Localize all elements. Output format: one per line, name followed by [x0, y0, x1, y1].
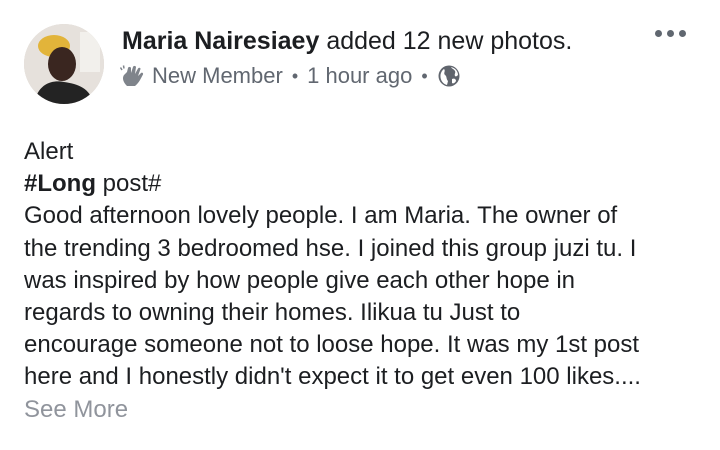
- post-body: Alert #Long post# Good afternoon lovely …: [24, 136, 704, 426]
- post-action: added 12 new photos.: [326, 27, 573, 55]
- body-line: encourage someone not to loose hope. It …: [24, 331, 640, 359]
- more-dot: [679, 30, 686, 37]
- post-header: Maria Nairesiaey added 12 new photos.: [122, 27, 572, 56]
- meta-separator-2: •: [421, 65, 428, 86]
- more-dot: [667, 30, 674, 37]
- hashtag-line: #Long post#: [24, 168, 704, 200]
- see-more-link[interactable]: See More: [24, 394, 704, 426]
- wave-hand-icon: [119, 64, 146, 88]
- author-avatar[interactable]: [24, 24, 104, 104]
- author-name[interactable]: Maria Nairesiaey: [122, 27, 319, 55]
- member-badge: New Member: [152, 63, 283, 88]
- more-dot: [655, 30, 662, 37]
- meta-separator: •: [291, 65, 299, 86]
- body-line: the trending 3 bedroomed hse. I joined t…: [24, 234, 637, 262]
- globe-icon[interactable]: [437, 64, 461, 88]
- body-line: Alert: [24, 138, 74, 165]
- body-line: was inspired by how people give each oth…: [24, 266, 576, 294]
- hashtag-rest: post#: [96, 170, 162, 198]
- body-line: here and I honestly didn't expect it to …: [24, 363, 641, 391]
- post-meta: New Member • 1 hour ago •: [119, 63, 461, 89]
- avatar-photo: [24, 24, 104, 104]
- more-options-icon[interactable]: [655, 30, 686, 37]
- hashtag-bold[interactable]: #Long: [24, 170, 96, 197]
- body-line: Good afternoon lovely people. I am Maria…: [24, 202, 618, 230]
- body-line: regards to owning their homes. Ilikua tu…: [24, 299, 521, 327]
- post-time[interactable]: 1 hour ago: [307, 63, 412, 89]
- feed-post: Maria Nairesiaey added 12 new photos. Ne…: [0, 0, 720, 450]
